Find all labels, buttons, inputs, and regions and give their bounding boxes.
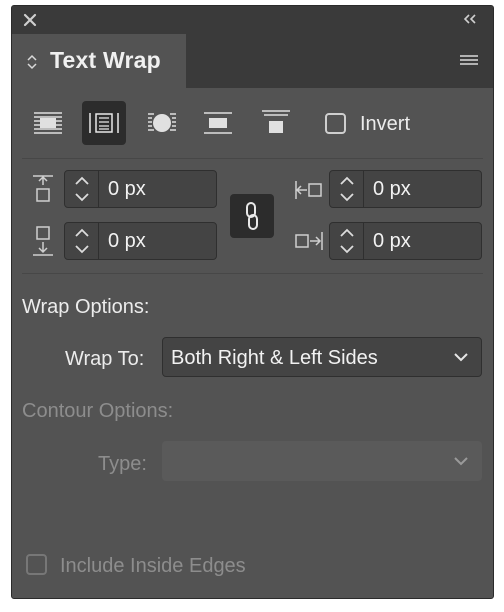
- divider: [22, 158, 483, 159]
- divider: [22, 273, 483, 274]
- stepper-arrows-icon[interactable]: [330, 223, 364, 259]
- chevron-down-icon: [454, 457, 468, 466]
- no-text-wrap-button[interactable]: [26, 101, 70, 145]
- no-text-wrap-icon: [34, 112, 62, 134]
- left-offset-icon: [294, 173, 324, 207]
- chain-link-icon: [246, 202, 258, 230]
- invert-checkbox[interactable]: [325, 113, 346, 134]
- stepper-arrows-icon[interactable]: [65, 223, 99, 259]
- bottom-offset-value[interactable]: 0 px: [108, 230, 146, 253]
- jump-to-next-column-button[interactable]: [254, 101, 298, 145]
- link-offsets-button[interactable]: [230, 194, 274, 238]
- include-inside-edges-checkbox[interactable]: [26, 554, 47, 575]
- panel-menu-icon[interactable]: [459, 53, 479, 69]
- wrap-to-label: Wrap To:: [65, 348, 145, 370]
- stepper-arrows-icon[interactable]: [330, 171, 364, 207]
- collapse-panel-icon[interactable]: [461, 11, 479, 27]
- right-offset-icon: [294, 224, 324, 258]
- contour-options-heading: Contour Options:: [22, 400, 174, 422]
- left-offset-value[interactable]: 0 px: [373, 178, 411, 201]
- contour-type-dropdown[interactable]: [162, 441, 482, 481]
- left-offset-stepper[interactable]: 0 px: [329, 170, 482, 208]
- wrap-to-dropdown[interactable]: Both Right & Left Sides: [162, 337, 482, 377]
- right-offset-stepper[interactable]: 0 px: [329, 222, 482, 260]
- tab-text-wrap[interactable]: Text Wrap: [12, 34, 186, 88]
- panel-tab-bar: Text Wrap: [12, 34, 493, 88]
- invert-label: Invert: [360, 113, 411, 135]
- top-offset-value[interactable]: 0 px: [108, 178, 146, 201]
- right-offset-value[interactable]: 0 px: [373, 230, 411, 253]
- panel-title-bar: [12, 6, 493, 34]
- wrap-options-heading: Wrap Options:: [22, 296, 150, 318]
- bottom-offset-icon: [28, 224, 58, 258]
- jump-object-icon: [204, 112, 232, 134]
- wrap-bounding-box-icon: [89, 113, 119, 133]
- wrap-to-value: Both Right & Left Sides: [171, 347, 378, 369]
- top-offset-icon: [28, 173, 58, 207]
- chevron-down-icon: [454, 353, 468, 362]
- wrap-around-bounding-box-button[interactable]: [82, 101, 126, 145]
- wrap-around-object-shape-button[interactable]: [140, 101, 184, 145]
- contour-type-label: Type:: [98, 453, 147, 475]
- jump-to-next-column-icon: [262, 110, 290, 133]
- expand-collapse-arrows-icon[interactable]: [26, 54, 38, 70]
- jump-object-button[interactable]: [196, 101, 240, 145]
- top-offset-stepper[interactable]: 0 px: [64, 170, 217, 208]
- panel-title: Text Wrap: [50, 47, 161, 73]
- include-inside-edges-label: Include Inside Edges: [60, 555, 246, 577]
- close-icon[interactable]: [22, 12, 38, 28]
- stepper-arrows-icon[interactable]: [65, 171, 99, 207]
- wrap-object-shape-icon: [148, 113, 176, 132]
- text-wrap-panel: Text Wrap Invert 0 px 0 px 0 px 0 px Wra…: [11, 5, 494, 599]
- bottom-offset-stepper[interactable]: 0 px: [64, 222, 217, 260]
